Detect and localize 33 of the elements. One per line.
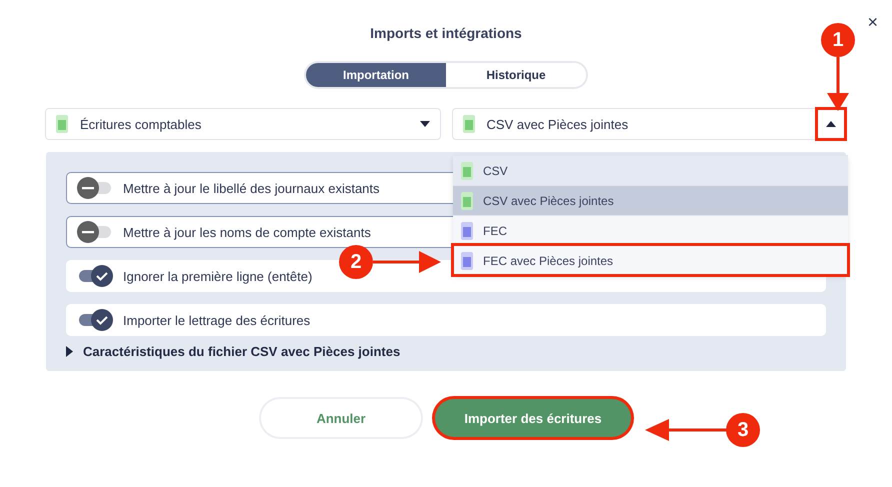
caret-icon xyxy=(420,121,430,127)
dropdown-item[interactable]: FEC xyxy=(453,215,848,245)
toggle-switch[interactable] xyxy=(77,221,113,243)
format-select[interactable]: CSV avec Pièces jointes xyxy=(452,108,847,140)
dialog-title: Imports et intégrations xyxy=(370,25,522,41)
toggle-switch[interactable] xyxy=(77,177,113,199)
section-toggle[interactable]: Caractéristiques du fichier CSV avec Pièces jointes xyxy=(66,344,400,359)
dropdown-item[interactable]: CSV avec Pièces jointes xyxy=(453,185,848,215)
option-label: Importer le lettrage des écritures xyxy=(123,312,310,328)
spreadsheet-icon xyxy=(462,115,474,133)
caret-icon xyxy=(826,121,836,127)
option-label: Mettre à jour les noms de compte existants xyxy=(123,224,371,240)
type-select[interactable]: Écritures comptables xyxy=(45,108,440,140)
callout-badge: 3 xyxy=(726,413,760,447)
close-button[interactable]: × xyxy=(867,12,878,33)
dropdown-item[interactable]: CSV xyxy=(453,155,848,185)
spreadsheet-icon xyxy=(461,162,473,180)
arrow xyxy=(826,57,850,111)
spreadsheet-icon xyxy=(461,252,473,270)
import-button[interactable]: Importer des écritures xyxy=(435,399,631,437)
spreadsheet-icon xyxy=(461,192,473,210)
cancel-button[interactable]: Annuler xyxy=(261,399,421,437)
spreadsheet-icon xyxy=(56,115,68,133)
dropdown-item[interactable]: FEC avec Pièces jointes xyxy=(453,245,848,275)
arrow xyxy=(373,250,441,274)
triangle-icon xyxy=(66,346,73,357)
toggle-switch[interactable] xyxy=(77,265,113,287)
spreadsheet-icon xyxy=(461,222,473,240)
toggle-switch[interactable] xyxy=(77,309,113,331)
option-label: Mettre à jour le libellé des journaux existants xyxy=(123,180,380,196)
callout-badge: 1 xyxy=(821,23,855,57)
option-label: Ignorer la première ligne (entête) xyxy=(123,268,312,284)
tab[interactable]: Importation xyxy=(306,63,446,87)
